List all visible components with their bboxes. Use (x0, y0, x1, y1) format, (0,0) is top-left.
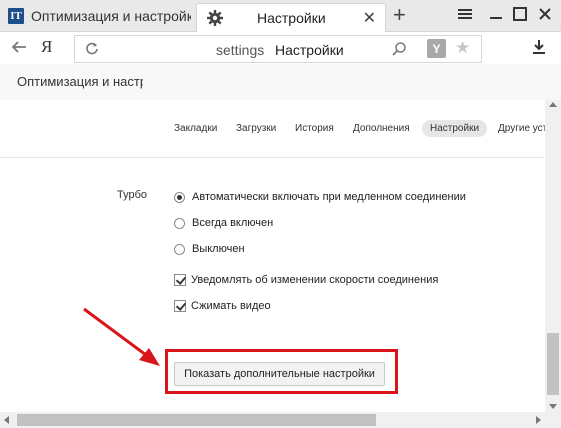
tab-it-article[interactable]: IT Оптимизация и настройка (0, 0, 192, 32)
url-title: Настройки (275, 42, 344, 58)
reload-icon[interactable] (85, 41, 99, 58)
nav-bookmarks[interactable]: Закладки (174, 123, 217, 134)
checkbox[interactable] (174, 274, 186, 286)
radio-label: Всегда включен (192, 217, 274, 229)
gear-icon (206, 9, 224, 30)
tab-strip: IT Оптимизация и настройка Настройки ✕ + (0, 0, 561, 32)
tabs-panel-title[interactable]: Оптимизация и настр (17, 74, 143, 89)
star-icon[interactable]: ★ (455, 38, 470, 58)
maximize-icon[interactable] (512, 6, 528, 25)
nav-extensions[interactable]: Дополнения (353, 123, 410, 134)
scroll-down-icon[interactable] (549, 404, 557, 409)
tab-settings[interactable]: Настройки ✕ (196, 3, 386, 32)
nav-downloads[interactable]: Загрузки (236, 123, 276, 134)
radio-label: Выключен (192, 243, 245, 255)
turbo-label: Турбо (117, 189, 148, 201)
radio-label: Автоматически включать при медленном сое… (192, 191, 466, 203)
scroll-up-icon[interactable] (549, 102, 557, 107)
scroll-left-icon[interactable] (4, 416, 9, 424)
tabs-panel: Оптимизация и настр (0, 64, 561, 100)
nav-other-devices[interactable]: Другие устройства (498, 123, 545, 134)
minimize-icon[interactable] (489, 6, 503, 25)
site-favicon: IT (8, 8, 24, 24)
checkbox-compress-video[interactable]: Сжимать видео (174, 300, 271, 312)
radio-turbo-always[interactable]: Всегда включен (174, 217, 273, 229)
tab-title: Оптимизация и настройка (31, 8, 191, 24)
radio-turbo-auto[interactable]: Автоматически включать при медленном сое… (174, 191, 466, 203)
plus-icon[interactable]: + (393, 4, 406, 26)
radio-turbo-off[interactable]: Выключен (174, 243, 245, 255)
settings-nav: Закладки Загрузки История Дополнения Нас… (0, 100, 545, 158)
search-icon[interactable] (391, 41, 407, 60)
show-advanced-settings-button[interactable]: Показать дополнительные настройки (174, 362, 385, 386)
address-bar[interactable]: settings Настройки Y ★ (74, 35, 482, 63)
tab-title: Настройки (257, 10, 326, 26)
checkbox-label: Уведомлять об изменении скорости соедине… (191, 274, 439, 286)
radio-button[interactable] (174, 191, 185, 203)
horizontal-scrollbar[interactable] (0, 412, 545, 428)
radio-button[interactable] (174, 217, 185, 229)
close-tab-icon[interactable]: ✕ (363, 8, 376, 28)
checkbox-label: Сжимать видео (191, 300, 271, 312)
close-icon[interactable] (537, 6, 553, 25)
checkbox-notify-speed[interactable]: Уведомлять об изменении скорости соедине… (174, 274, 438, 286)
checkbox[interactable] (174, 300, 186, 312)
vertical-scrollbar[interactable] (545, 100, 561, 412)
radio-button[interactable] (174, 243, 185, 255)
vertical-scroll-thumb[interactable] (547, 333, 559, 395)
back-icon[interactable] (10, 38, 28, 61)
protect-icon[interactable]: Y (427, 39, 446, 58)
menu-icon[interactable] (457, 6, 473, 25)
scrollbar-corner (545, 412, 561, 428)
yandex-logo[interactable]: Я (41, 37, 52, 57)
address-row: Я settings Настройки Y ★ (0, 32, 561, 64)
horizontal-scroll-thumb[interactable] (17, 414, 376, 426)
settings-page: Закладки Загрузки История Дополнения Нас… (0, 100, 545, 412)
nav-settings[interactable]: Настройки (422, 120, 488, 137)
url-scheme: settings (216, 42, 265, 58)
nav-history[interactable]: История (295, 123, 334, 134)
scroll-right-icon[interactable] (536, 416, 541, 424)
download-icon[interactable] (531, 39, 547, 58)
